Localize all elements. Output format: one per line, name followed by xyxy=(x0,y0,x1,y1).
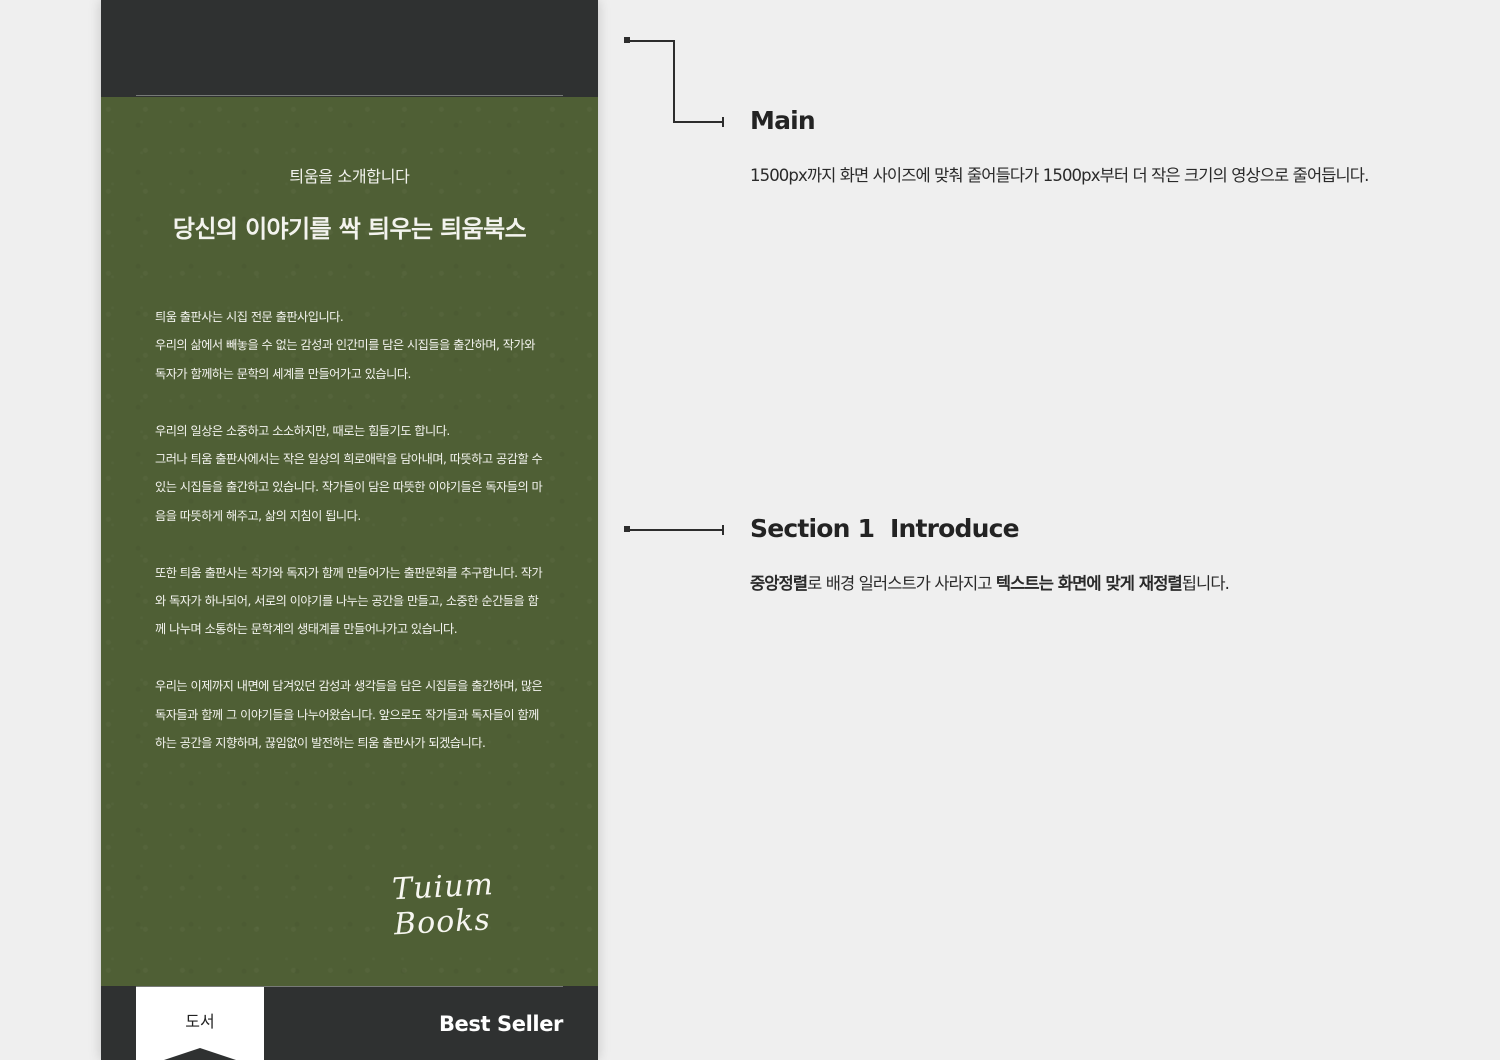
intro-title: 당신의 이야기를 싹 틔우는 틔움북스 xyxy=(172,215,527,243)
connector-line-main xyxy=(627,40,674,42)
connector-end-main xyxy=(722,117,724,127)
header-divider xyxy=(136,95,563,96)
intro-body: 틔움 출판사는 시집 전문 출판사입니다. 우리의 삶에서 빼놓을 수 없는 감… xyxy=(155,303,547,786)
tab-indicator-icon xyxy=(164,1048,236,1060)
best-seller-heading: Best Seller xyxy=(438,1012,563,1036)
intro-paragraph: 우리는 이제까지 내면에 담겨있던 감성과 생각들을 담은 시집들을 출간하며,… xyxy=(155,679,543,751)
main-annotation-title: Main xyxy=(750,106,816,135)
connector-line-section1 xyxy=(627,529,724,531)
intro-paragraph: 또한 틔움 출판사는 작가와 독자가 함께 만들어가는 출판문화를 추구합니다.… xyxy=(155,565,543,637)
intro-paragraph: 우리의 일상은 소중하고 소소하지만, 때로는 힘들기도 합니다. 그러나 틔움… xyxy=(155,423,543,523)
intro-section: 틔움을 소개합니다 당신의 이야기를 싹 틔우는 틔움북스 틔움 출판사는 시집… xyxy=(101,97,598,986)
desc-bold: 텍스트는 화면에 맞게 재정렬 xyxy=(995,574,1183,593)
tab-books-label: 도서 xyxy=(185,1014,215,1031)
signature-logo: Tuium Books xyxy=(391,867,495,943)
connector-line-main xyxy=(673,121,724,123)
section1-annotation-title: Section 1 Introduce xyxy=(750,514,1020,543)
section1-annotation-desc: 중앙정렬로 배경 일러스트가 사라지고 텍스트는 화면에 맞게 재정렬됩니다. xyxy=(750,570,1230,594)
desc-bold: 중앙정렬 xyxy=(750,574,808,593)
tab-books[interactable]: 도서 xyxy=(136,987,264,1060)
desc-text: 로 배경 일러스트가 사라지고 xyxy=(807,574,996,593)
main-annotation-desc: 1500px까지 화면 사이즈에 맞춰 줄어들다가 1500px부터 더 작은 … xyxy=(750,166,1369,185)
mobile-preview: 틔움을 소개합니다 당신의 이야기를 싹 틔우는 틔움북스 틔움 출판사는 시집… xyxy=(101,0,598,1060)
connector-end-section1 xyxy=(722,525,724,535)
intro-subtitle: 틔움을 소개합니다 xyxy=(289,167,410,186)
intro-paragraph: 틔움 출판사는 시집 전문 출판사입니다. 우리의 삶에서 빼놓을 수 없는 감… xyxy=(155,310,535,381)
connector-line-main xyxy=(673,40,675,123)
desc-text: 됩니다. xyxy=(1181,574,1230,593)
